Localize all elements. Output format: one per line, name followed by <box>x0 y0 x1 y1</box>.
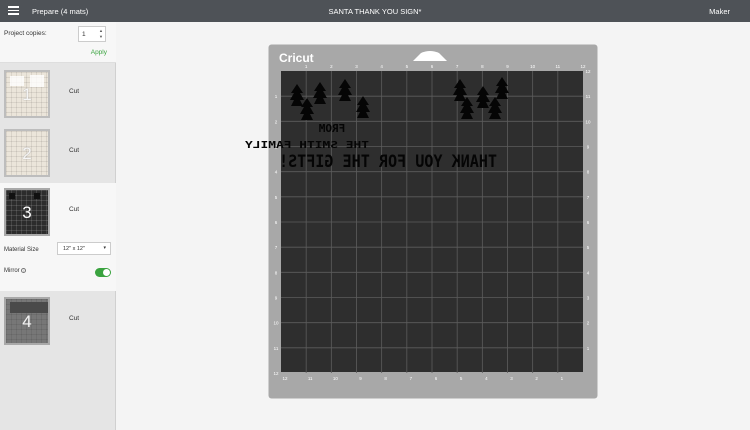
apply-button[interactable]: Apply <box>91 49 107 56</box>
chevron-down-icon: ▾ <box>103 245 106 251</box>
mat-thumbnail-2[interactable]: 2 <box>4 129 50 177</box>
material-size-value: 12" x 12" <box>63 246 85 252</box>
ruler-label: 10 <box>585 119 591 124</box>
mat-thumbnail-3[interactable]: 3 <box>4 188 50 236</box>
ruler-label: 12 <box>585 69 591 74</box>
mat-action-3: Cut <box>69 206 80 213</box>
mat-number-2: 2 <box>22 144 32 163</box>
mirror-toggle[interactable] <box>95 268 111 277</box>
mat-item-2[interactable]: 2 Cut <box>0 124 116 182</box>
mat-action-4: Cut <box>69 315 80 322</box>
project-copies-value: 1 <box>82 31 86 38</box>
ruler-label: 10 <box>530 64 536 69</box>
machine-selector[interactable]: Maker <box>709 7 730 16</box>
ruler-label: 11 <box>555 64 560 69</box>
ruler-label: 11 <box>586 94 591 99</box>
mat-number-3: 3 <box>22 203 32 222</box>
cricut-logo: Cricut <box>279 51 314 65</box>
info-icon[interactable]: i <box>21 268 27 273</box>
mat-action-1: Cut <box>69 88 80 95</box>
ruler-label: 11 <box>274 346 279 351</box>
project-copies-input[interactable]: 1 ▲ ▼ <box>78 26 106 42</box>
text-the-smith-family[interactable]: THE SMITH FAMILY <box>245 140 369 151</box>
mat-options-panel: Material Size 12" x 12" ▾ Mirror i <box>0 239 116 291</box>
mat-thumbnail-4[interactable]: 4 <box>4 297 50 345</box>
project-copies-label: Project copies: <box>4 30 47 37</box>
copies-stepper-icon[interactable]: ▲ ▼ <box>99 28 103 40</box>
mat-item-3[interactable]: 3 Cut <box>0 183 116 241</box>
material-size-label: Material Size <box>4 247 39 253</box>
mirror-label-group: Mirror i <box>4 268 27 275</box>
ruler-label: 12 <box>273 371 279 376</box>
mat-action-2: Cut <box>69 147 80 154</box>
mat-thumbnail-1[interactable]: 1 <box>4 70 50 118</box>
mat-number-4: 4 <box>22 312 32 331</box>
mirror-label: Mirror <box>4 268 20 275</box>
project-copies-panel: Project copies: 1 ▲ ▼ Apply <box>0 22 116 63</box>
text-thank-you[interactable]: THANK YOU FOR THE GIFTS! <box>279 152 497 172</box>
material-size-select[interactable]: 12" x 12" ▾ <box>57 242 111 255</box>
mat-number-1: 1 <box>22 85 32 104</box>
ruler-label: 10 <box>333 376 339 381</box>
mat-preview-canvas[interactable]: Cricut 1 2 3 4 5 6 7 8 9 10 11 12 1 2 3 4 5 6 7 8 9 10 11 12 1… <box>117 22 750 430</box>
mat-sidebar: Project copies: 1 ▲ ▼ Apply 1 Cut 2 Cut 3 <box>0 22 116 430</box>
text-from[interactable]: FROM <box>318 122 345 135</box>
mat-item-1[interactable]: 1 Cut <box>0 65 116 123</box>
top-bar: Prepare (4 mats) SANTA THANK YOU SIGN* M… <box>0 0 750 22</box>
project-title: SANTA THANK YOU SIGN* <box>328 7 422 16</box>
ruler-label: 12 <box>282 376 288 381</box>
mat-item-4[interactable]: 4 Cut <box>0 292 116 350</box>
ruler-label: 11 <box>308 376 313 381</box>
ruler-label: 10 <box>273 321 279 326</box>
